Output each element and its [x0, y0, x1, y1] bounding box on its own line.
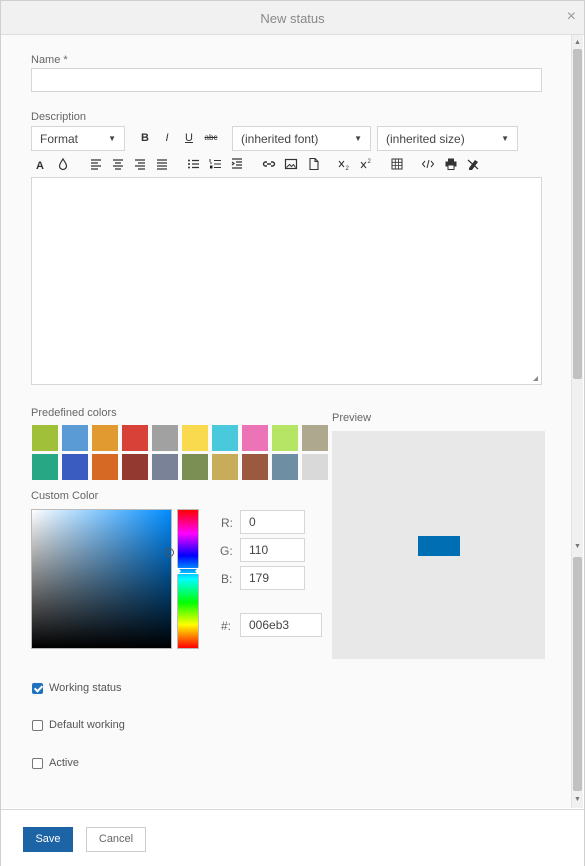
- saturation-picker[interactable]: [31, 509, 174, 649]
- resize-handle-icon[interactable]: [533, 376, 538, 381]
- print-icon[interactable]: [444, 157, 458, 171]
- superscript-icon[interactable]: 2: [359, 157, 373, 171]
- align-justify-icon[interactable]: [155, 157, 169, 171]
- svg-text:2: 2: [368, 159, 372, 165]
- color-swatch[interactable]: [122, 454, 148, 480]
- color-swatch[interactable]: [32, 454, 58, 480]
- bold-button[interactable]: B: [138, 130, 152, 146]
- custom-color-label: Custom Color: [31, 490, 99, 502]
- color-swatch[interactable]: [182, 425, 208, 451]
- working-status-checkbox[interactable]: [32, 683, 43, 694]
- scrollbar-thumb[interactable]: [573, 49, 582, 379]
- color-swatch[interactable]: [212, 454, 238, 480]
- hue-handle[interactable]: [177, 567, 199, 575]
- g-label: G:: [220, 544, 233, 558]
- dialog-footer: Save Cancel: [1, 809, 584, 866]
- color-swatch[interactable]: [242, 425, 268, 451]
- close-icon[interactable]: ×: [567, 9, 576, 25]
- background-color-icon[interactable]: [56, 157, 70, 171]
- color-swatch[interactable]: [62, 454, 88, 480]
- link-icon[interactable]: [262, 157, 276, 171]
- color-swatch[interactable]: [212, 425, 238, 451]
- subscript-icon[interactable]: 2: [337, 157, 351, 171]
- hue-slider[interactable]: [177, 509, 199, 649]
- font-select[interactable]: (inherited font) ▼: [232, 126, 371, 151]
- image-icon[interactable]: [284, 157, 298, 171]
- b-label: B:: [221, 572, 233, 586]
- color-swatch[interactable]: [62, 425, 88, 451]
- color-swatch[interactable]: [182, 454, 208, 480]
- color-swatch[interactable]: [272, 425, 298, 451]
- save-button[interactable]: Save: [23, 827, 73, 852]
- align-left-icon[interactable]: [89, 157, 103, 171]
- italic-button[interactable]: I: [160, 130, 174, 146]
- chevron-down-icon: ▼: [501, 134, 509, 143]
- indent-icon[interactable]: [230, 157, 244, 171]
- source-code-icon[interactable]: [421, 157, 435, 171]
- new-status-dialog: New status × Name * Description Format ▼…: [0, 0, 585, 866]
- b-input[interactable]: [240, 566, 305, 590]
- color-swatch[interactable]: [152, 454, 178, 480]
- preview-label: Preview: [332, 412, 372, 424]
- active-checkbox[interactable]: [32, 758, 43, 769]
- cancel-button[interactable]: Cancel: [86, 827, 146, 852]
- preview-color-chip: [418, 536, 460, 556]
- vertical-scrollbar[interactable]: ▲ ▼ ▼: [571, 35, 583, 808]
- hex-input[interactable]: [240, 613, 322, 637]
- color-swatch[interactable]: [272, 454, 298, 480]
- description-editor[interactable]: [31, 177, 542, 385]
- description-label: Description: [31, 111, 87, 123]
- size-select-value: (inherited size): [386, 132, 465, 146]
- bullet-list-icon[interactable]: [186, 157, 200, 171]
- svg-text:A: A: [36, 160, 44, 171]
- editor-toolbar-row2: A 2 2: [31, 155, 542, 175]
- default-working-checkbox[interactable]: [32, 720, 43, 731]
- align-center-icon[interactable]: [111, 157, 125, 171]
- font-color-icon[interactable]: A: [34, 157, 48, 171]
- default-working-label: Default working: [49, 719, 125, 731]
- predefined-colors-label: Predefined colors: [31, 407, 117, 419]
- preview-panel: [332, 431, 545, 659]
- picker-handle[interactable]: [165, 548, 174, 557]
- color-swatch[interactable]: [32, 425, 58, 451]
- size-select[interactable]: (inherited size) ▼: [377, 126, 518, 151]
- scroll-down-icon[interactable]: ▼: [572, 541, 583, 553]
- name-label: Name *: [31, 54, 68, 66]
- r-input[interactable]: [240, 510, 305, 534]
- color-swatch[interactable]: [92, 454, 118, 480]
- working-status-label: Working status: [49, 682, 122, 694]
- clear-formatting-icon[interactable]: [466, 157, 480, 171]
- color-swatch[interactable]: [242, 454, 268, 480]
- dialog-title: New status: [260, 11, 325, 26]
- color-swatch[interactable]: [302, 454, 328, 480]
- active-label: Active: [49, 757, 79, 769]
- format-select[interactable]: Format ▼: [31, 126, 125, 151]
- color-swatch[interactable]: [302, 425, 328, 451]
- numbered-list-icon[interactable]: [208, 157, 222, 171]
- g-input[interactable]: [240, 538, 305, 562]
- chevron-down-icon: ▼: [354, 134, 362, 143]
- chevron-down-icon: ▼: [108, 134, 116, 143]
- name-input[interactable]: [31, 68, 542, 92]
- editor-toolbar-row1: Format ▼ B I U abc (inherited font) ▼ (i…: [31, 126, 542, 152]
- underline-button[interactable]: U: [182, 130, 196, 146]
- font-select-value: (inherited font): [241, 132, 319, 146]
- strikethrough-button[interactable]: abc: [202, 130, 220, 146]
- color-swatch[interactable]: [122, 425, 148, 451]
- scrollbar-thumb-secondary[interactable]: [573, 557, 582, 791]
- table-icon[interactable]: [390, 157, 404, 171]
- format-select-value: Format: [40, 132, 79, 146]
- r-label: R:: [221, 516, 233, 530]
- color-swatch[interactable]: [152, 425, 178, 451]
- dialog-titlebar: New status ×: [1, 1, 584, 35]
- insert-file-icon[interactable]: [307, 157, 321, 171]
- scroll-up-icon[interactable]: ▲: [572, 37, 583, 49]
- svg-text:2: 2: [346, 166, 350, 171]
- align-right-icon[interactable]: [133, 157, 147, 171]
- color-swatch[interactable]: [92, 425, 118, 451]
- scroll-down-icon[interactable]: ▼: [572, 794, 583, 806]
- hex-label: #:: [221, 619, 232, 633]
